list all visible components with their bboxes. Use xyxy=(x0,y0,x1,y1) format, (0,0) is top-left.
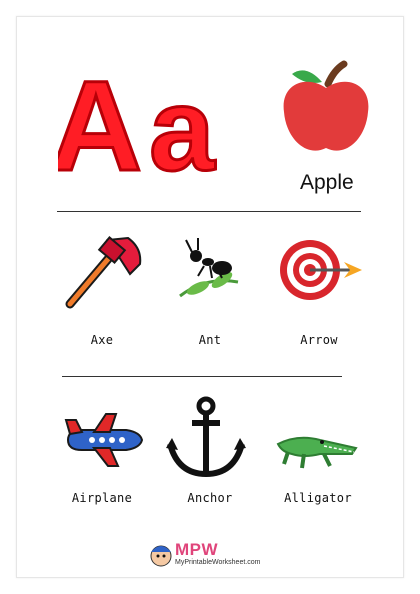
lowercase-letter: a xyxy=(149,64,216,186)
divider xyxy=(57,211,361,212)
word-label: Arrow xyxy=(300,333,338,347)
uppercase-letter: A xyxy=(58,55,142,186)
airplane-icon xyxy=(64,413,144,467)
divider xyxy=(62,376,342,377)
anchor-icon xyxy=(166,396,246,478)
feature-word-label: Apple xyxy=(300,171,354,194)
apple-icon xyxy=(283,60,369,151)
brand-url: MyPrintableWorksheet.com xyxy=(175,559,261,566)
brand-logo: MPW xyxy=(175,540,219,559)
arrow-target-icon xyxy=(280,240,362,300)
word-label: Alligator xyxy=(284,491,352,505)
axe-icon xyxy=(65,236,142,309)
word-label: Axe xyxy=(90,333,114,347)
word-label: Anchor xyxy=(187,491,233,505)
ant-icon xyxy=(179,238,239,298)
word-label: Ant xyxy=(198,333,222,347)
mascot-icon xyxy=(150,545,172,567)
letter-heading: A a xyxy=(58,54,218,187)
word-label: Airplane xyxy=(71,491,133,505)
alligator-icon xyxy=(276,436,358,469)
